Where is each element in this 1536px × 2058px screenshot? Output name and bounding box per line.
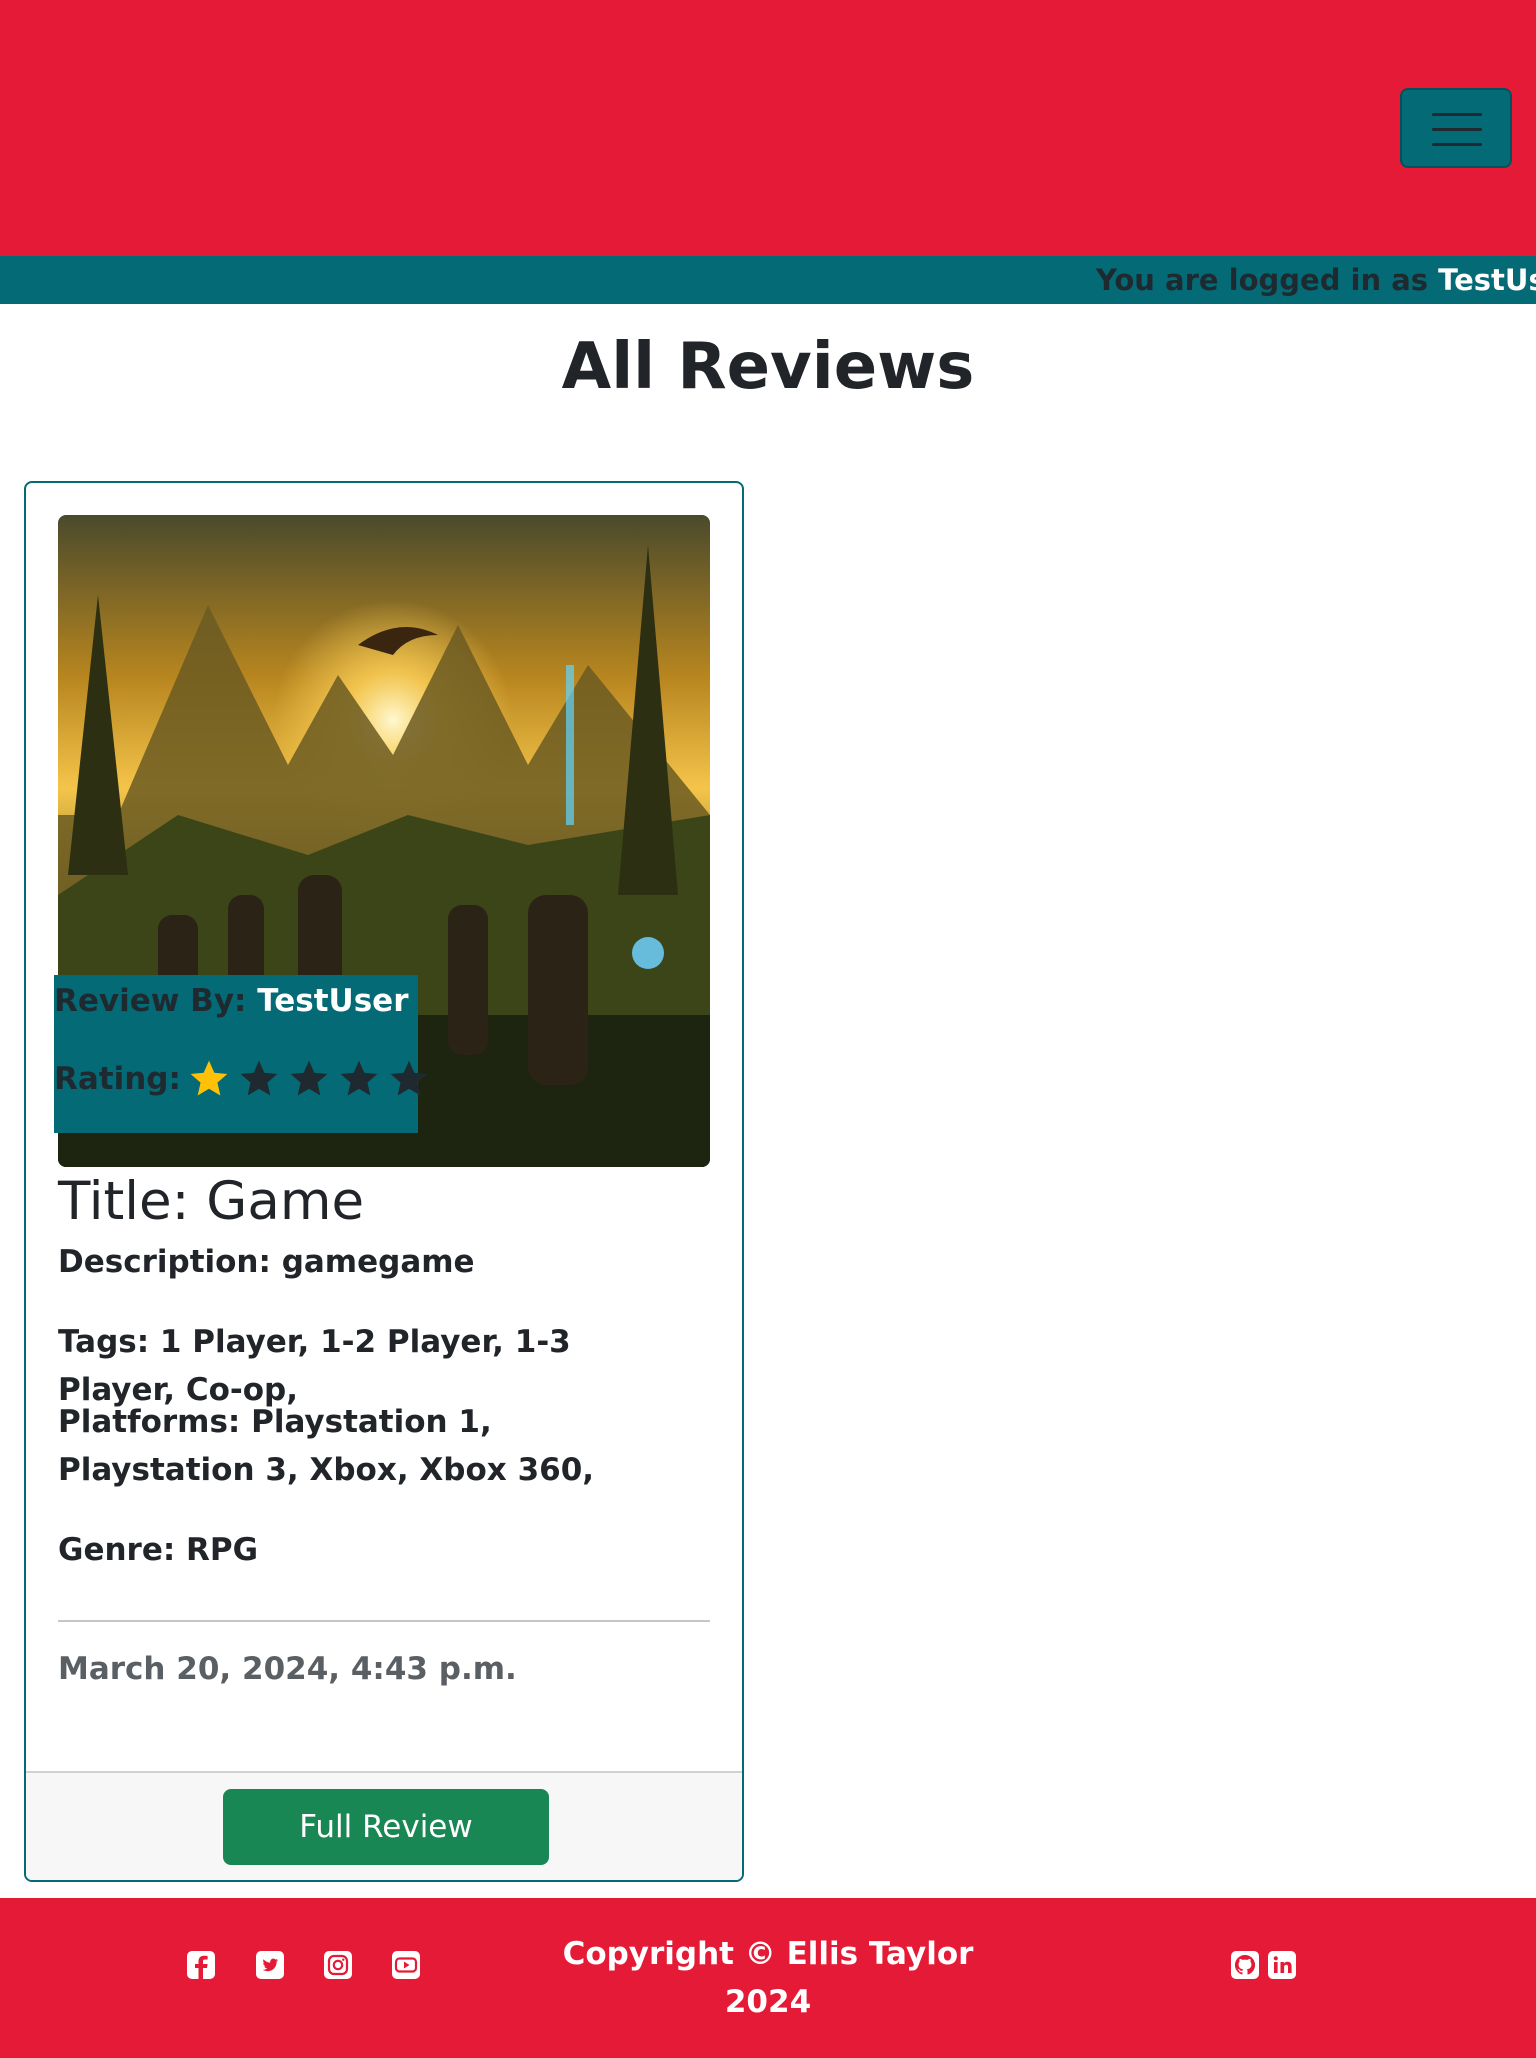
rating: Rating: [54, 1057, 431, 1101]
review-date: March 20, 2024, 4:43 p.m. [58, 1651, 517, 1687]
footer: Copyright © Ellis Taylor 2024 [0, 1898, 1536, 2058]
review-meta-overlay: Review By: TestUser Rating: [54, 975, 428, 1133]
facebook-icon[interactable] [186, 1950, 216, 1980]
review-genre: Genre: RPG [58, 1532, 259, 1568]
login-status-bar: You are logged in as TestUser [0, 256, 1536, 304]
review-description: Description: gamegame [58, 1244, 475, 1280]
page-title: All Reviews [561, 330, 975, 404]
card-divider [58, 1620, 710, 1622]
menu-toggle-button[interactable] [1400, 88, 1512, 168]
hamburger-icon-bar [1432, 143, 1482, 146]
youtube-icon[interactable] [391, 1950, 421, 1980]
review-title: Title: Game [58, 1171, 365, 1232]
star-filled-icon [190, 1060, 228, 1096]
github-icon[interactable] [1230, 1950, 1260, 1980]
review-platforms: Platforms: Playstation 1, Playstation 3,… [58, 1404, 595, 1488]
review-by: Review By: TestUser [54, 983, 408, 1019]
linkedin-icon[interactable] [1267, 1950, 1297, 1980]
login-status-text: You are logged in as TestUser [1096, 256, 1536, 304]
copyright-text: Copyright © Ellis Taylor 2024 [518, 1930, 1018, 2026]
logged-in-username: TestUser [1438, 263, 1536, 297]
navbar [0, 0, 1536, 256]
star-empty-icon [390, 1060, 428, 1096]
hamburger-icon-bar [1432, 128, 1482, 131]
login-prefix: You are logged in as [1096, 263, 1429, 297]
review-card: Review By: TestUser Rating: Title: Game … [24, 481, 744, 1882]
twitter-icon[interactable] [255, 1950, 285, 1980]
star-empty-icon [240, 1060, 278, 1096]
hamburger-icon [1432, 113, 1482, 116]
reviewer-name: TestUser [257, 983, 409, 1019]
star-empty-icon [340, 1060, 378, 1096]
review-by-label: Review By: [54, 983, 247, 1019]
instagram-icon[interactable] [323, 1950, 353, 1980]
full-review-button[interactable]: Full Review [223, 1789, 549, 1865]
rating-stars [181, 1057, 431, 1101]
copyright-line-2: 2024 [724, 1984, 812, 2020]
star-empty-icon [290, 1060, 328, 1096]
copyright-line-1: Copyright © Ellis Taylor [562, 1936, 974, 1972]
rating-label: Rating: [54, 1061, 181, 1097]
card-footer: Full Review [26, 1771, 742, 1880]
